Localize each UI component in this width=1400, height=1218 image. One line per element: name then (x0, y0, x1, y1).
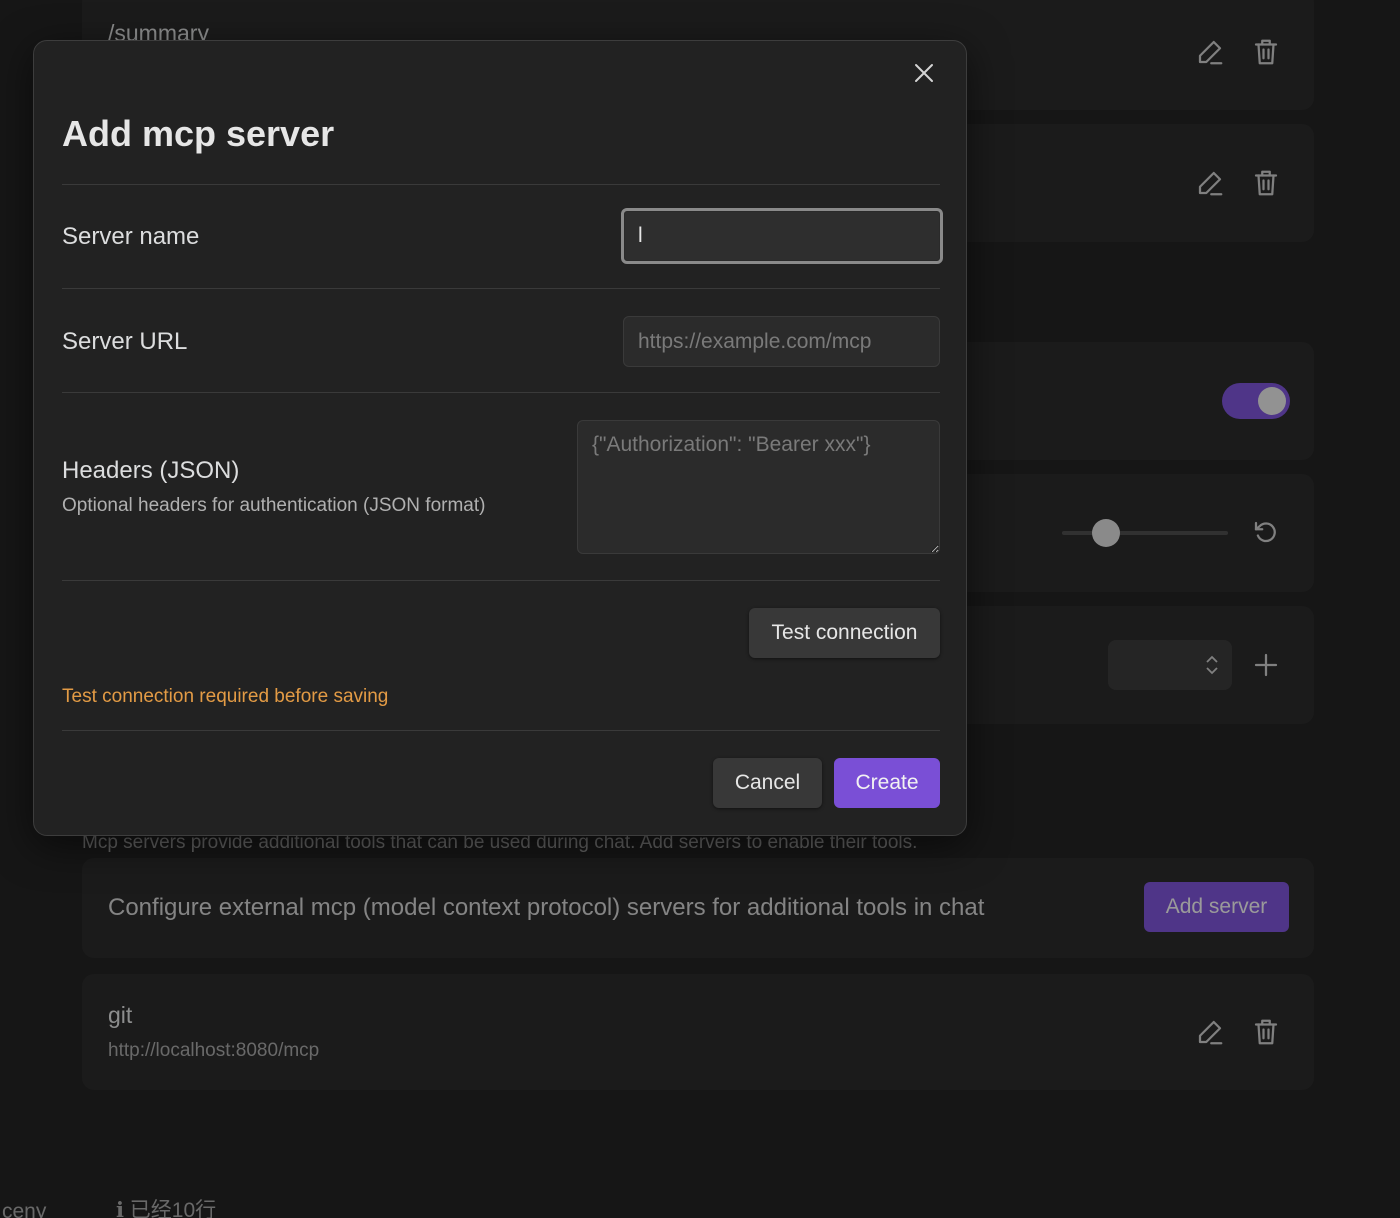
headers-description: Optional headers for authentication (JSO… (62, 495, 486, 516)
modal-title: Add mcp server (62, 113, 335, 154)
divider (62, 392, 940, 393)
divider (62, 730, 940, 731)
close-button[interactable] (910, 59, 938, 87)
create-button[interactable]: Create (834, 758, 940, 808)
test-required-warning: Test connection required before saving (62, 686, 389, 707)
server-url-label: Server URL (62, 328, 188, 355)
close-icon (915, 64, 933, 82)
cancel-button[interactable]: Cancel (713, 758, 822, 808)
server-name-label: Server name (62, 223, 200, 250)
headers-textarea[interactable] (577, 420, 940, 554)
divider (62, 184, 940, 185)
server-url-input[interactable] (623, 316, 940, 367)
settings-page: /summary Mcp servers provide additional … (0, 0, 1400, 1218)
server-name-input[interactable] (621, 208, 943, 264)
test-connection-button[interactable]: Test connection (749, 608, 940, 658)
divider (62, 288, 940, 289)
add-mcp-server-modal: Add mcp server Server name Server URL He… (33, 40, 967, 836)
divider (62, 580, 940, 581)
headers-label: Headers (JSON) (62, 457, 240, 484)
